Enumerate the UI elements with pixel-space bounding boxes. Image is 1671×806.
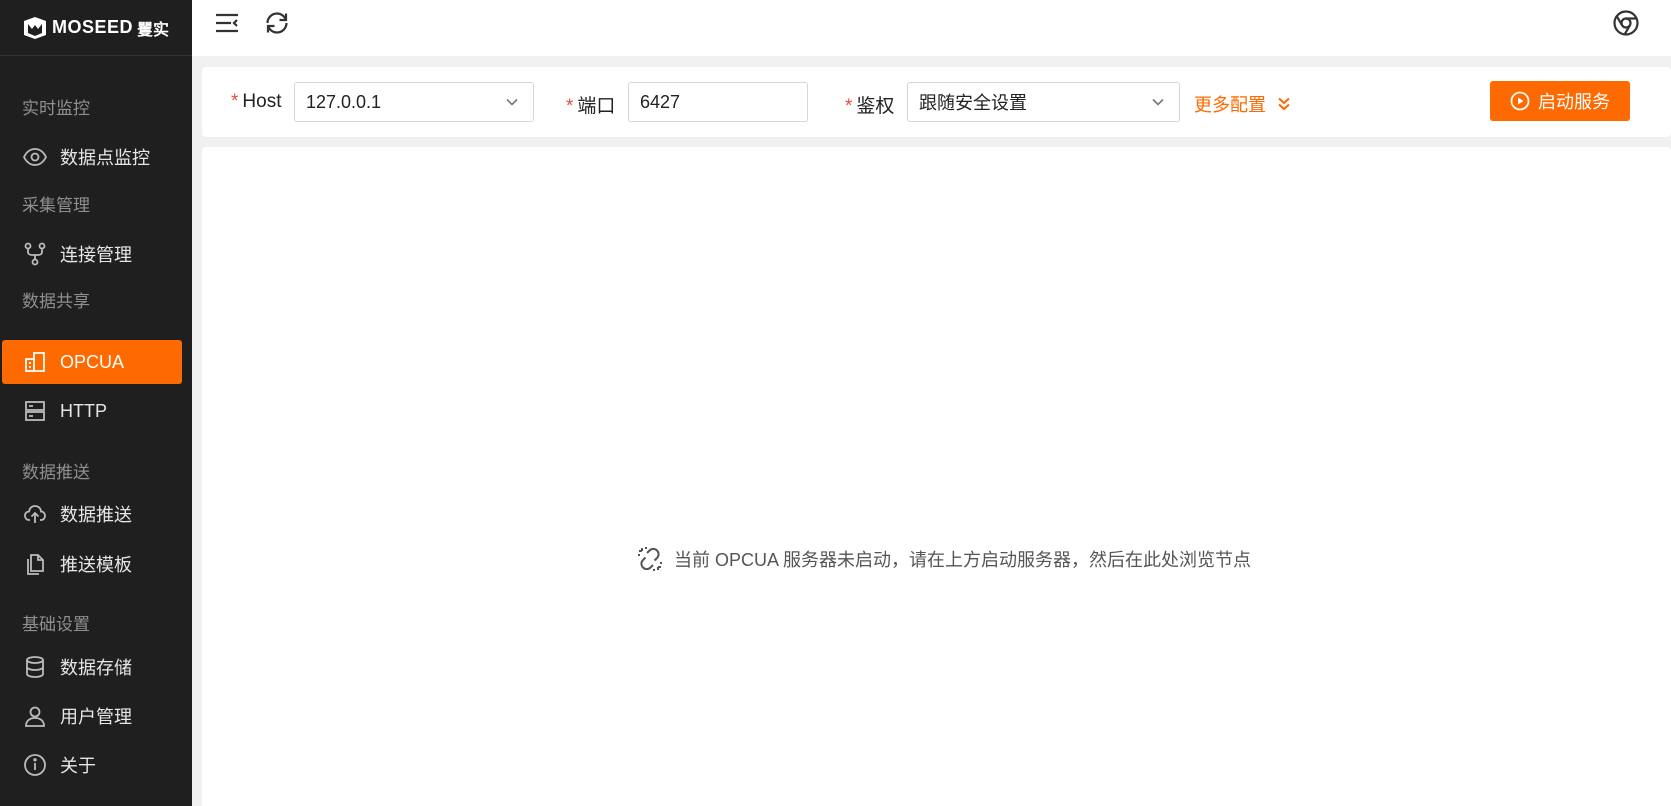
group-title-push: 数据推送 [22, 463, 90, 482]
chrome-icon [1613, 10, 1639, 36]
cloud-upload-icon [22, 501, 48, 527]
brand-name: MOSEED [52, 17, 134, 37]
menu-collapse-icon [216, 13, 238, 33]
sidebar-item-label: 推送模板 [60, 555, 132, 575]
more-config-label: 更多配置 [1194, 95, 1266, 115]
logo: MOSEED 矍实 [0, 0, 192, 56]
eye-icon [22, 144, 48, 170]
host-value: 127.0.0.1 [306, 91, 382, 112]
port-value: 6427 [640, 91, 681, 112]
chevron-down-icon [1152, 98, 1164, 106]
disconnect-icon [638, 547, 662, 571]
start-service-label: 启动服务 [1538, 92, 1610, 112]
sidebar-item-connection-manage[interactable]: 连接管理 [2, 232, 182, 276]
host-label-text: Host [242, 91, 282, 112]
browser-button[interactable] [1611, 8, 1641, 38]
double-chevron-down-icon [1278, 97, 1290, 111]
sidebar-item-data-push[interactable]: 数据推送 [2, 492, 182, 536]
group-title-collection: 采集管理 [22, 196, 90, 215]
start-service-button[interactable]: 启动服务 [1490, 81, 1630, 121]
port-label-text: 端口 [577, 96, 616, 117]
server-icon [22, 398, 48, 424]
sidebar: MOSEED 矍实 实时监控 数据点监控 采集管理 连接管理 数据共享 OPCU… [0, 0, 192, 806]
opcua-icon [22, 349, 48, 375]
sidebar-item-label: 关于 [60, 756, 96, 776]
sidebar-item-about[interactable]: 关于 [2, 743, 182, 787]
required-mark: * [566, 96, 574, 117]
sidebar-item-label: OPCUA [60, 351, 125, 372]
sidebar-item-label: 数据推送 [60, 505, 132, 525]
port-label: * 端口 [566, 91, 615, 118]
opcua-config-bar: * Host 127.0.0.1 * 端口 6427 * 鉴权 跟随安全设置 更多配置… [202, 67, 1671, 137]
sidebar-item-label: 用户管理 [60, 707, 132, 727]
top-bar [192, 0, 1671, 56]
play-circle-icon [1510, 91, 1530, 111]
copy-icon [22, 551, 48, 577]
host-select[interactable]: 127.0.0.1 [294, 82, 534, 122]
required-mark: * [845, 96, 853, 117]
group-title-basic-settings: 基础设置 [22, 615, 90, 634]
host-label: * Host [231, 91, 281, 113]
empty-state: 当前 OPCUA 服务器未启动，请在上方启动服务器，然后在此处浏览节点 [636, 545, 1251, 573]
sidebar-item-opcua[interactable]: OPCUA [2, 340, 182, 384]
menu-collapse-button[interactable] [212, 8, 242, 38]
more-config-link[interactable]: 更多配置 [1194, 91, 1292, 117]
auth-label-text: 鉴权 [856, 96, 895, 117]
refresh-button[interactable] [262, 8, 292, 38]
group-title-sharing: 数据共享 [22, 292, 90, 311]
sidebar-item-label: 数据存储 [60, 658, 132, 678]
user-icon [22, 703, 48, 729]
chevron-down-icon [506, 98, 518, 106]
sidebar-item-datapoint-monitor[interactable]: 数据点监控 [2, 135, 182, 179]
group-title-realtime: 实时监控 [22, 99, 90, 118]
sidebar-item-label: 数据点监控 [60, 148, 150, 168]
auth-select[interactable]: 跟随安全设置 [907, 82, 1180, 122]
port-input[interactable]: 6427 [628, 82, 808, 122]
refresh-icon [266, 12, 288, 34]
node-browser-panel: 当前 OPCUA 服务器未启动，请在上方启动服务器，然后在此处浏览节点 [202, 147, 1671, 806]
empty-state-message: 当前 OPCUA 服务器未启动，请在上方启动服务器，然后在此处浏览节点 [674, 550, 1252, 570]
auth-label: * 鉴权 [845, 91, 894, 118]
sidebar-item-user-manage[interactable]: 用户管理 [2, 694, 182, 738]
database-icon [22, 654, 48, 680]
branch-icon [22, 241, 48, 267]
info-icon [22, 752, 48, 778]
sidebar-item-http[interactable]: HTTP [2, 389, 182, 433]
sidebar-item-label: 连接管理 [60, 245, 132, 265]
auth-value: 跟随安全设置 [919, 93, 1027, 113]
required-mark: * [231, 91, 239, 112]
sidebar-item-data-storage[interactable]: 数据存储 [2, 645, 182, 689]
brand-name-cn: 矍实 [137, 21, 170, 39]
sidebar-item-label: HTTP [60, 400, 107, 421]
sidebar-item-push-template[interactable]: 推送模板 [2, 542, 182, 586]
moseed-logo-icon [24, 16, 46, 39]
